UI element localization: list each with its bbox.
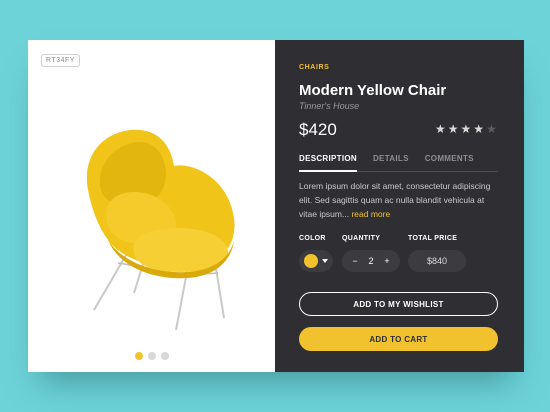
chevron-down-icon [322, 259, 328, 263]
product-card: RT34FY CHAIRS Modern Yellow Chair Tinner… [28, 40, 524, 372]
star-icon: ★ [486, 122, 497, 136]
product-category[interactable]: CHAIRS [299, 64, 329, 71]
product-tabs: DESCRIPTION DETAILS COMMENTS [299, 151, 498, 172]
add-to-cart-button[interactable]: ADD TO CART [299, 327, 498, 351]
total-price-label: TOTAL PRICE [408, 235, 458, 242]
color-label: COLOR [299, 235, 326, 242]
sku-badge: RT34FY [41, 54, 80, 67]
color-swatch [304, 254, 318, 268]
quantity-increase-button[interactable]: + [382, 256, 392, 266]
star-icon: ★ [435, 122, 446, 136]
product-gallery: RT34FY [28, 40, 275, 372]
add-to-wishlist-button[interactable]: ADD TO MY WISHLIST [299, 292, 498, 316]
tab-details[interactable]: DETAILS [373, 151, 409, 172]
quantity-stepper[interactable]: − 2 + [342, 250, 400, 272]
rating-stars: ★ ★ ★ ★ ★ [435, 123, 497, 135]
product-title: Modern Yellow Chair [299, 82, 447, 99]
tab-description[interactable]: DESCRIPTION [299, 151, 357, 172]
product-details: CHAIRS Modern Yellow Chair Tinner's Hous… [275, 40, 524, 372]
quantity-decrease-button[interactable]: − [350, 256, 360, 266]
carousel-dot-3[interactable] [160, 352, 169, 360]
product-price: $420 [299, 120, 337, 139]
star-icon: ★ [447, 122, 459, 136]
star-icon: ★ [460, 122, 472, 136]
product-image[interactable] [78, 128, 238, 343]
tab-comments[interactable]: COMMENTS [425, 151, 474, 172]
color-selector[interactable] [299, 250, 333, 272]
total-price: $840 [408, 250, 466, 272]
carousel-dots [28, 352, 275, 360]
carousel-dot-2[interactable] [147, 352, 156, 360]
star-icon: ★ [473, 122, 485, 136]
description-text: Lorem ipsum dolor sit amet, consectetur … [299, 181, 491, 219]
product-brand: Tinner's House [299, 101, 360, 111]
carousel-dot-1[interactable] [134, 352, 143, 360]
product-description: Lorem ipsum dolor sit amet, consectetur … [299, 179, 499, 221]
read-more-link[interactable]: read more [351, 209, 390, 219]
quantity-value: 2 [368, 256, 374, 266]
quantity-label: QUANTITY [342, 235, 381, 242]
